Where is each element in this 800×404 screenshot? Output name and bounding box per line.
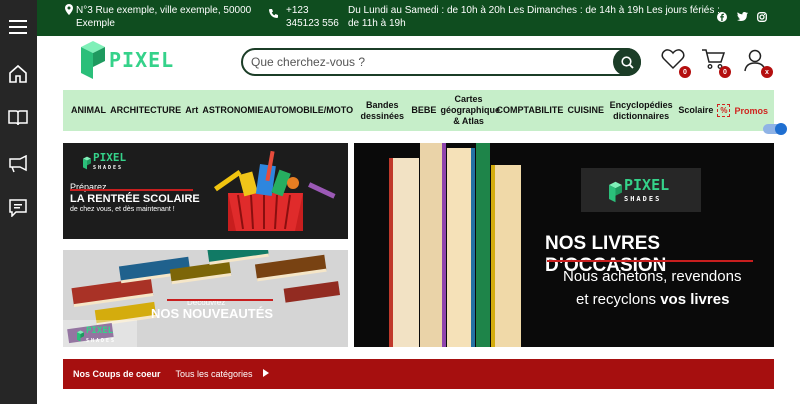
logo-text: PIXEL [109, 48, 175, 72]
rentree-title: LA RENTRÉE SCOLAIRE [70, 193, 200, 205]
phone-icon [269, 9, 278, 22]
nouveautes-logo-box: PIXEL SHADES [63, 320, 137, 347]
category-item[interactable]: BEBE [411, 105, 436, 116]
rentree-banner[interactable]: PIXEL SHADES Préparez LA RENTRÉE SCOLAIRE… [63, 143, 348, 239]
twitter-icon[interactable] [737, 12, 748, 25]
search-input[interactable] [251, 53, 601, 71]
category-item[interactable]: Art [185, 105, 198, 116]
search-button[interactable] [613, 48, 641, 76]
banner-logo-sub: SHADES [624, 195, 662, 203]
rentree-line3: de chez vous, et dès maintenant ! [70, 206, 175, 213]
site-logo[interactable]: PIXEL [81, 41, 174, 79]
occasion-line1: Nous achetons, revendons [563, 268, 742, 285]
book-icon[interactable] [6, 106, 30, 130]
category-item[interactable]: Scolaire [678, 105, 713, 116]
search-icon [620, 55, 634, 69]
chevron-right-icon[interactable] [262, 369, 269, 379]
cart-button[interactable]: 0 [701, 48, 731, 78]
category-item[interactable]: Encyclopédies dictionnaires [608, 100, 674, 122]
banner-logo-sub: SHADES [86, 338, 117, 344]
occasion-divider [547, 260, 753, 262]
nouveautes-divider [167, 299, 273, 301]
phone-number[interactable]: +123 345123 556 [286, 4, 344, 30]
nouveautes-title: NOS NOUVEAUTÉS [151, 306, 274, 321]
category-item[interactable]: ASTRONOMIE [202, 105, 263, 116]
top-info-bar: N°3 Rue exemple, ville exemple, 50000 Ex… [37, 0, 800, 36]
banner-logo: PIXEL SHADES [83, 152, 126, 173]
category-group: ASTRONOMIE AUTOMOBILE/MOTO [202, 105, 353, 116]
chat-icon[interactable] [6, 196, 30, 220]
promos-link[interactable]: % Promos [717, 104, 768, 117]
wishlist-count-badge: 0 [679, 66, 691, 78]
banner-logo-sub: SHADES [93, 165, 124, 171]
category-item[interactable]: ARCHITECTURE [110, 105, 181, 116]
occasion-line2-text: et recyclons [576, 291, 661, 308]
promos-label: Promos [734, 105, 768, 116]
facebook-icon[interactable] [717, 12, 727, 26]
category-item[interactable]: Bandes dessinées [357, 100, 407, 122]
category-item[interactable]: ANIMAL [71, 105, 106, 116]
banner-logo: PIXEL SHADES [609, 178, 669, 206]
coups-de-coeur-link[interactable]: Nos Coups de coeur [73, 369, 161, 379]
occasion-line2-emphasis: vos livres [660, 291, 730, 308]
banner-logo: PIXEL SHADES [77, 326, 116, 346]
address-text: N°3 Rue exemple, ville exemple, 50000 Ex… [76, 5, 252, 29]
category-item[interactable]: AUTOMOBILE/MOTO [263, 105, 353, 116]
cart-count-badge: 0 [719, 66, 731, 78]
megaphone-icon[interactable] [6, 152, 30, 176]
opening-hours: Du Lundi au Samedi : de 10h à 20h Les Di… [348, 5, 720, 29]
percent-icon: % [717, 104, 731, 117]
instagram-icon[interactable] [757, 12, 767, 26]
location-icon [65, 4, 73, 19]
account-button[interactable]: x [743, 48, 773, 78]
left-sidebar [0, 0, 37, 404]
account-badge: x [761, 66, 773, 78]
category-item[interactable]: COMPTABILITE [497, 105, 564, 116]
rentree-divider [70, 189, 193, 191]
featured-bar: Nos Coups de coeur Tous les catégories [63, 359, 774, 389]
category-group: Cartes géographique & Atlas COMPTABILITE [441, 94, 564, 127]
category-item[interactable]: Cartes géographique & Atlas [441, 94, 501, 127]
toggle-knob [775, 123, 787, 135]
theme-toggle[interactable] [763, 123, 787, 135]
livres-occasion-banner[interactable]: PIXEL SHADES NOS LIVRES D’OCCASION Nous a… [354, 143, 774, 347]
nouveautes-banner[interactable]: Découvrez NOS NOUVEAUTÉS PIXEL SHADES [63, 250, 348, 347]
category-item[interactable]: CUISINE [568, 105, 605, 116]
search-bar [241, 48, 641, 76]
occasion-line2: et recyclons vos livres [576, 291, 729, 308]
banner-logo-text: PIXEL [86, 326, 114, 336]
hamburger-menu-icon[interactable] [6, 15, 30, 39]
logo-mark-icon [81, 41, 105, 79]
occasion-logo-box: PIXEL SHADES [581, 168, 701, 212]
category-nav: ANIMAL ARCHITECTURE Art ASTRONOMIE AUTOM… [63, 90, 774, 131]
main-header: PIXEL 0 0 x [37, 36, 800, 88]
all-categories-link[interactable]: Tous les catégories [176, 369, 253, 379]
home-icon[interactable] [6, 62, 30, 86]
wishlist-button[interactable]: 0 [661, 48, 691, 78]
